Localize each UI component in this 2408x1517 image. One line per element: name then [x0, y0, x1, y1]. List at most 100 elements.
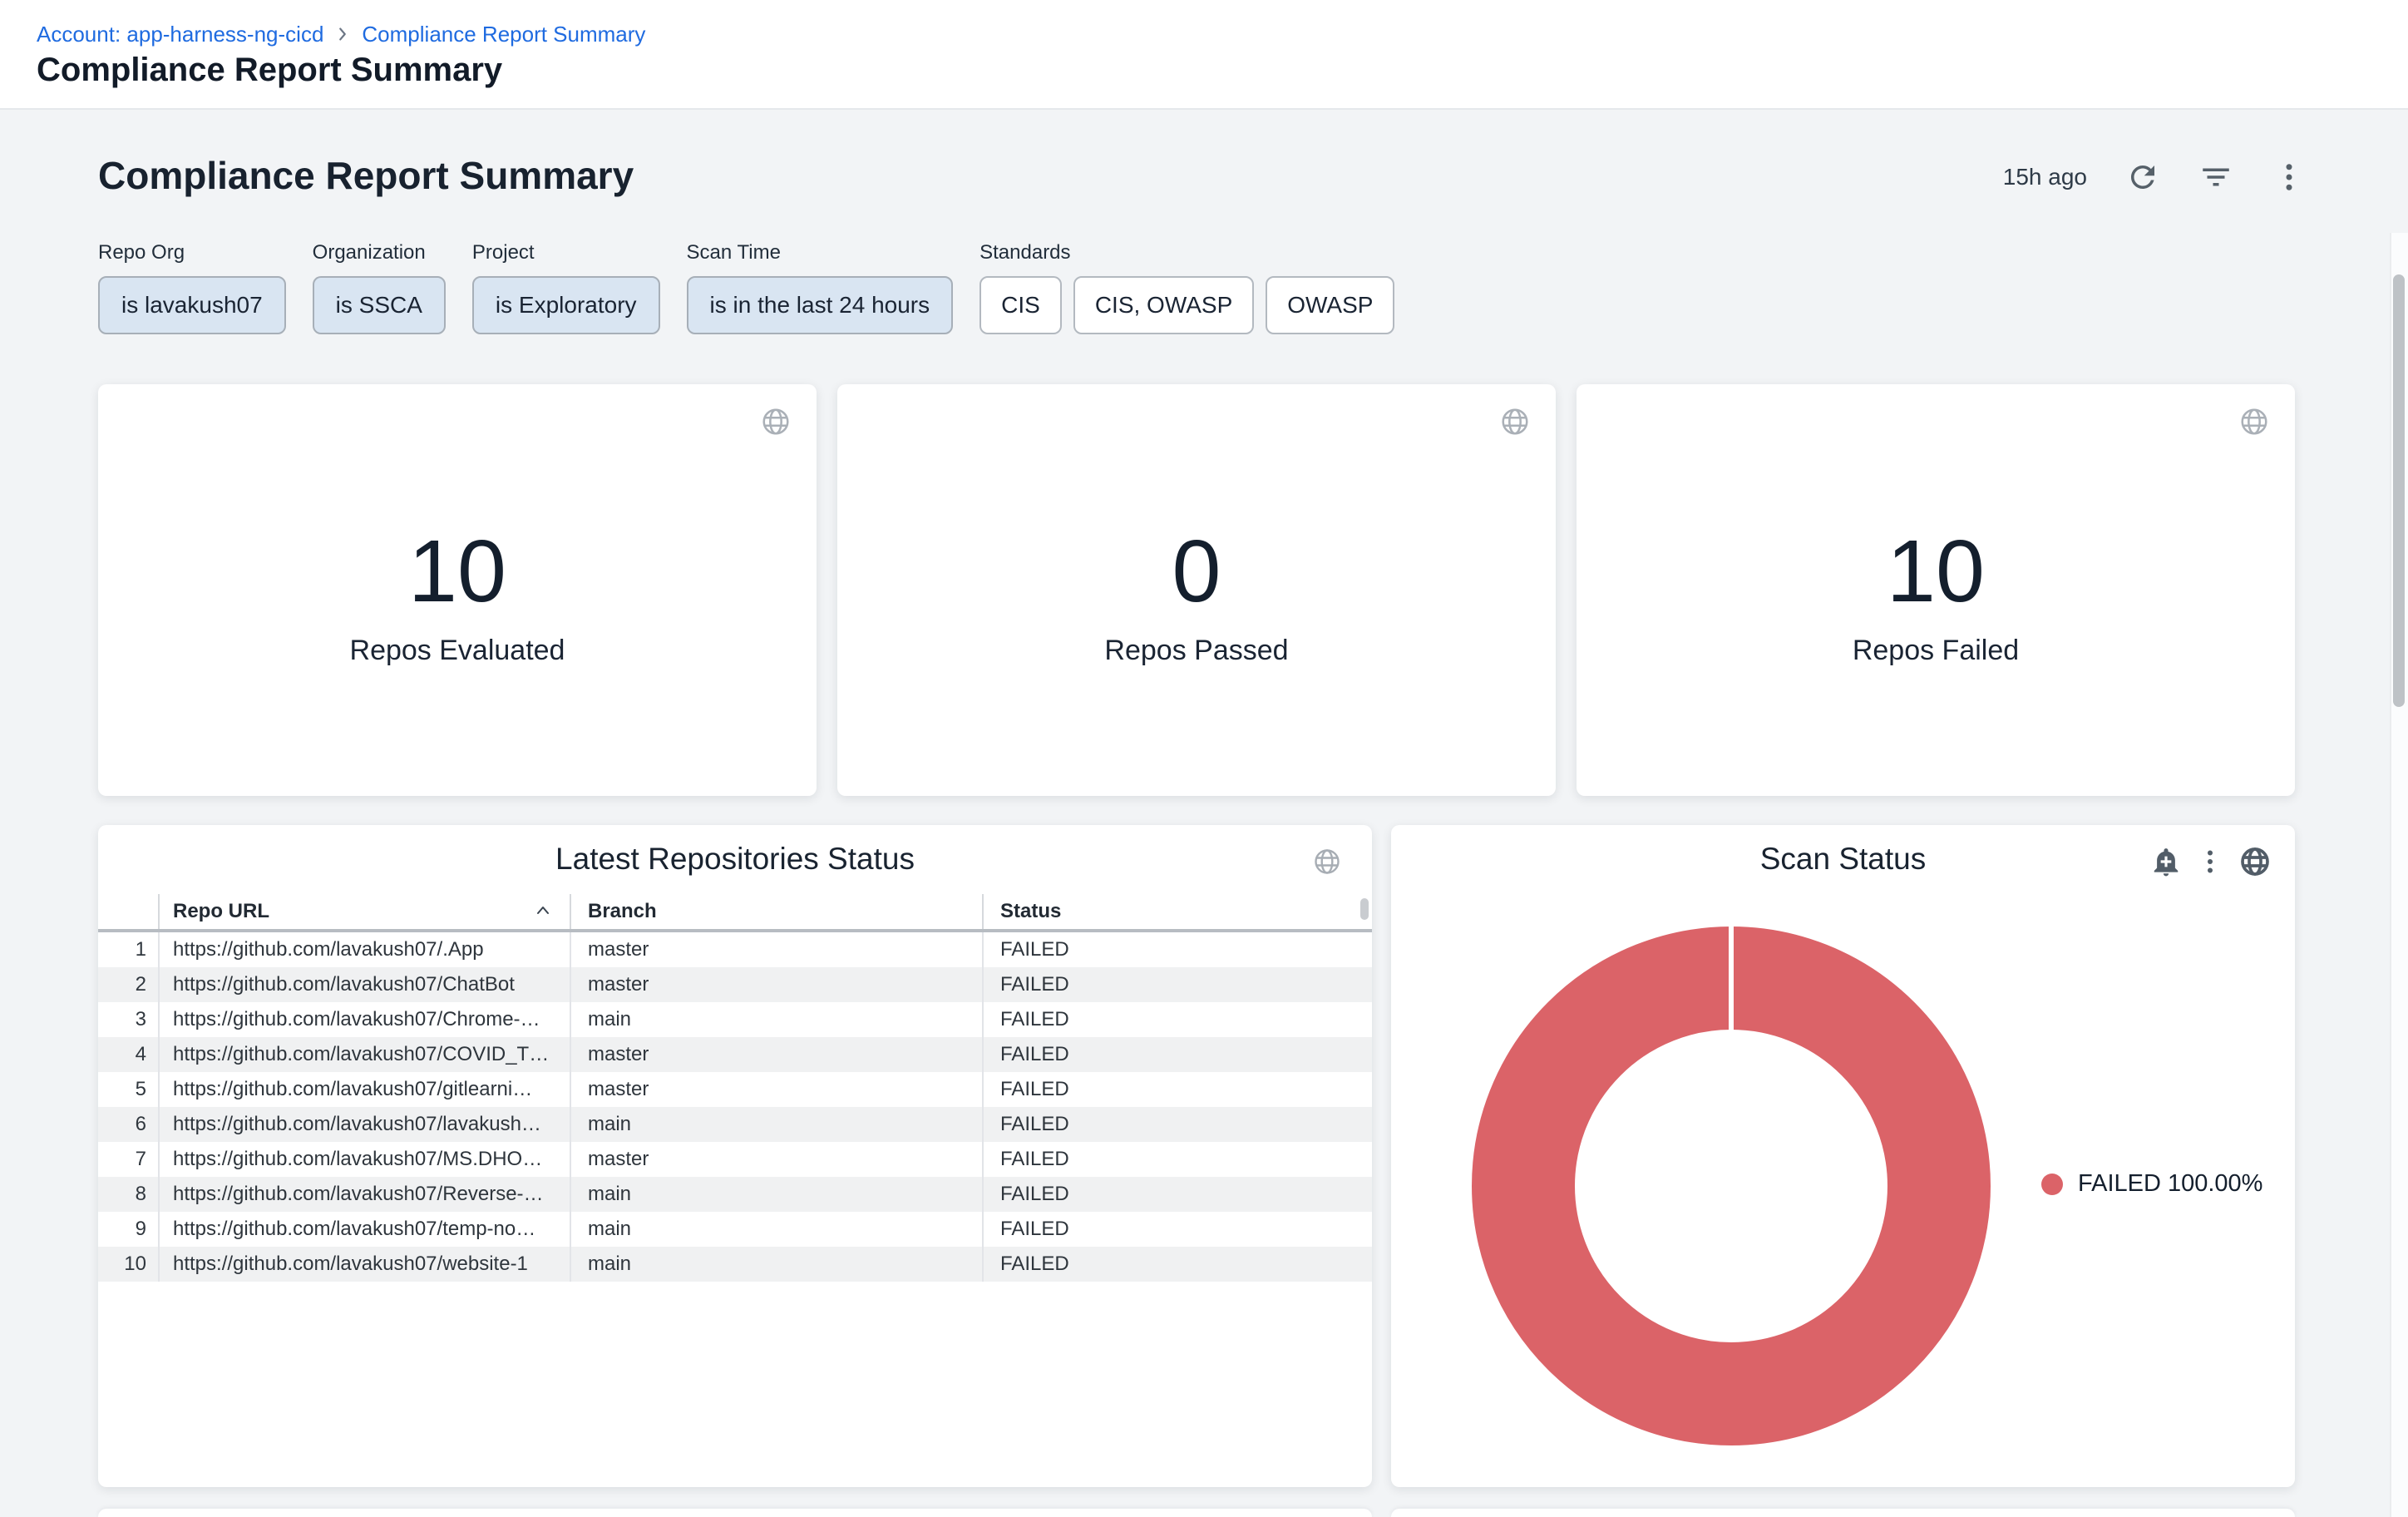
filter-group-repo-org: Repo Org is lavakush07	[98, 241, 286, 334]
table-row[interactable]: 4https://github.com/lavakush07/COVID_T…m…	[98, 1037, 1372, 1072]
branch-cell: main	[570, 1247, 982, 1282]
tile-label: Repos Evaluated	[98, 630, 817, 670]
top-bar: Account: app-harness-ng-cicd Compliance …	[0, 0, 2408, 110]
table-body: 1https://github.com/lavakush07/.Appmaste…	[98, 932, 1372, 1282]
table-row[interactable]: 9https://github.com/lavakush07/temp-no…m…	[98, 1212, 1372, 1247]
standards-options: CISCIS, OWASPOWASP	[979, 276, 1394, 334]
table-row[interactable]: 5https://github.com/lavakush07/gitlearni…	[98, 1072, 1372, 1107]
refresh-icon[interactable]	[2125, 160, 2160, 195]
column-header-status[interactable]: Status	[982, 894, 1372, 929]
repo-url-cell: https://github.com/lavakush07/COVID_T…	[158, 1037, 570, 1072]
repo-url-cell: https://github.com/lavakush07/.App	[158, 932, 570, 967]
chevron-right-icon	[333, 25, 352, 43]
globe-icon[interactable]	[2238, 845, 2272, 878]
page-scrollbar-thumb[interactable]	[2393, 274, 2405, 707]
table-row[interactable]: 6https://github.com/lavakush07/lavakush……	[98, 1107, 1372, 1142]
bell-plus-icon[interactable]	[2150, 846, 2182, 877]
tile-label: Repos Passed	[837, 630, 1556, 670]
branch-cell: master	[570, 1072, 982, 1107]
tile-value: 0	[837, 517, 1556, 625]
sort-ascending-icon	[533, 902, 553, 922]
last-refresh-timestamp: 15h ago	[2003, 164, 2087, 190]
table-row[interactable]: 10https://github.com/lavakush07/website-…	[98, 1247, 1372, 1282]
compliance-dashboard-page: Account: app-harness-ng-cicd Compliance …	[0, 0, 2408, 1517]
table-scrollbar-thumb[interactable]	[1360, 898, 1369, 920]
tile-repos-passed: 0 Repos Passed	[837, 384, 1556, 796]
globe-icon[interactable]	[2238, 406, 2270, 437]
table-row[interactable]: 1https://github.com/lavakush07/.Appmaste…	[98, 932, 1372, 967]
branch-cell: master	[570, 1037, 982, 1072]
row-index: 9	[98, 1212, 158, 1247]
standards-option-button[interactable]: OWASP	[1266, 276, 1394, 334]
table-row[interactable]: 2https://github.com/lavakush07/ChatBotma…	[98, 967, 1372, 1002]
row-index: 5	[98, 1072, 158, 1107]
next-card-sliver	[1391, 1509, 2295, 1517]
table-row[interactable]: 3https://github.com/lavakush07/Chrome-…m…	[98, 1002, 1372, 1037]
row-index: 7	[98, 1142, 158, 1177]
row-index: 2	[98, 967, 158, 1002]
row-index: 3	[98, 1002, 158, 1037]
column-header-branch[interactable]: Branch	[570, 894, 982, 929]
status-cell: FAILED	[982, 1142, 1372, 1177]
tile-repos-evaluated: 10 Repos Evaluated	[98, 384, 817, 796]
status-cell: FAILED	[982, 967, 1372, 1002]
row-index: 4	[98, 1037, 158, 1072]
globe-icon[interactable]	[760, 406, 792, 437]
scan-status-donut-chart[interactable]	[1440, 895, 2022, 1477]
filter-group-project: Project is Exploratory	[472, 241, 660, 334]
status-cell: FAILED	[982, 1212, 1372, 1247]
repo-url-cell: https://github.com/lavakush07/ChatBot	[158, 967, 570, 1002]
chart-legend[interactable]: FAILED 100.00%	[2041, 1170, 2262, 1198]
tile-value: 10	[1577, 517, 2295, 625]
repo-url-cell: https://github.com/lavakush07/website-1	[158, 1247, 570, 1282]
status-cell: FAILED	[982, 1107, 1372, 1142]
kpi-tiles-row: 10 Repos Evaluated 0 Repos Passed 10 Rep…	[98, 384, 2295, 796]
more-vert-icon[interactable]	[2195, 847, 2225, 877]
branch-cell: master	[570, 932, 982, 967]
latest-repositories-card: Latest Repositories Status Repo URL Bran…	[98, 825, 1372, 1487]
status-cell: FAILED	[982, 1247, 1372, 1282]
tile-repos-failed: 10 Repos Failed	[1577, 384, 2295, 796]
repo-url-cell: https://github.com/lavakush07/Reverse-…	[158, 1177, 570, 1212]
column-header-repo-url[interactable]: Repo URL	[158, 894, 570, 929]
repo-url-cell: https://github.com/lavakush07/Chrome-…	[158, 1002, 570, 1037]
table-row[interactable]: 7https://github.com/lavakush07/MS.DHO…ma…	[98, 1142, 1372, 1177]
status-cell: FAILED	[982, 1002, 1372, 1037]
column-header-label: Repo URL	[173, 900, 269, 923]
breadcrumb-current-link[interactable]: Compliance Report Summary	[362, 20, 645, 48]
legend-failed-swatch	[2041, 1174, 2063, 1195]
status-cell: FAILED	[982, 1177, 1372, 1212]
filter-group-organization: Organization is SSCA	[313, 241, 446, 334]
standards-option-button[interactable]: CIS, OWASP	[1073, 276, 1254, 334]
branch-cell: master	[570, 967, 982, 1002]
filter-label: Organization	[313, 241, 446, 264]
tile-value: 10	[98, 517, 817, 625]
filter-chip-project[interactable]: is Exploratory	[472, 276, 660, 334]
breadcrumb-account-link[interactable]: Account: app-harness-ng-cicd	[37, 20, 323, 48]
filter-chip-scan-time[interactable]: is in the last 24 hours	[687, 276, 954, 334]
filter-chip-repo-org[interactable]: is lavakush07	[98, 276, 286, 334]
more-vert-icon[interactable]	[2272, 160, 2307, 195]
filter-chip-organization[interactable]: is SSCA	[313, 276, 446, 334]
row-index: 6	[98, 1107, 158, 1142]
second-row: Latest Repositories Status Repo URL Bran…	[98, 825, 2295, 1487]
filter-bar: Repo Org is lavakush07 Organization is S…	[98, 241, 1394, 334]
table-row[interactable]: 8https://github.com/lavakush07/Reverse-……	[98, 1177, 1372, 1212]
globe-icon[interactable]	[1499, 406, 1531, 437]
filter-icon[interactable]	[2198, 160, 2233, 195]
tile-label: Repos Failed	[1577, 630, 2295, 670]
branch-cell: master	[570, 1142, 982, 1177]
status-cell: FAILED	[982, 1072, 1372, 1107]
dashboard-title: Compliance Report Summary	[98, 153, 634, 198]
repo-url-cell: https://github.com/lavakush07/temp-no…	[158, 1212, 570, 1247]
standards-option-button[interactable]: CIS	[979, 276, 1062, 334]
table-header-row: Repo URL Branch Status	[98, 894, 1372, 932]
row-index: 1	[98, 932, 158, 967]
branch-cell: main	[570, 1212, 982, 1247]
branch-cell: main	[570, 1107, 982, 1142]
filter-label: Repo Org	[98, 241, 286, 264]
breadcrumb: Account: app-harness-ng-cicd Compliance …	[37, 20, 645, 48]
row-number-header	[98, 894, 158, 929]
branch-cell: main	[570, 1002, 982, 1037]
globe-icon[interactable]	[1312, 847, 1342, 877]
